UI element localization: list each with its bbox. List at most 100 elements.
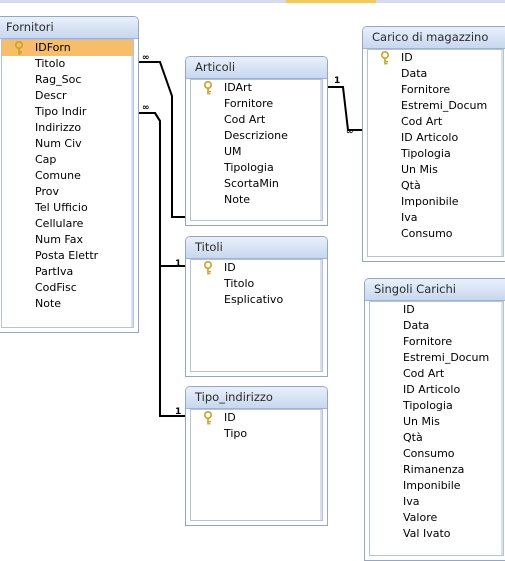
field-row[interactable]: Posta Elettr [2,248,133,264]
field-row[interactable]: Qtà [368,178,503,194]
field-row[interactable]: Tipologia [370,398,503,414]
field-row[interactable]: Descrizione [191,128,322,144]
field-name: Posta Elettr [35,249,99,262]
field-name: Fornitore [224,97,274,110]
field-row[interactable]: ID Articolo [370,382,503,398]
table-carico-di-magazzino[interactable]: Carico di magazzino ID Data Fornitore Estre… [362,26,505,262]
field-name: Consumo [401,227,453,240]
field-row[interactable]: Esplicativo [191,292,322,308]
field-row[interactable]: IDForn [2,40,133,56]
table-title[interactable]: Titoli [186,237,327,259]
field-name: Note [35,297,62,310]
field-list[interactable]: IDArt Fornitore Cod Art Descrizione UM Tipolo… [190,79,323,221]
table-title[interactable]: Articoli [186,57,327,79]
rel-line-articoli-carico [328,86,362,131]
field-row[interactable]: Un Mis [368,162,503,178]
field-name: Titolo [224,277,255,290]
field-row[interactable]: Rimanenza [370,462,503,478]
field-row[interactable]: ID Articolo [368,130,503,146]
field-row[interactable]: Tel Ufficio [2,200,133,216]
key-icon [380,50,390,65]
table-title[interactable]: Singoli Carichi [365,279,505,301]
field-name: Cod Art [401,115,443,128]
field-list[interactable]: ID Data Fornitore Estremi_Docum Cod Art ID Ar… [367,49,504,257]
field-name: Valore [403,511,438,524]
field-row[interactable]: Num Fax [2,232,133,248]
field-row[interactable]: Tipologia [368,146,503,162]
field-row[interactable]: Imponibile [370,478,503,494]
field-list[interactable]: ID Data Fornitore Estremi_Docum Cod Art ID Ar… [369,301,504,556]
field-name: Data [401,67,428,80]
field-row[interactable]: Cod Art [191,112,322,128]
field-row[interactable]: ID [191,410,322,426]
field-name: Note [224,193,251,206]
field-row[interactable]: Tipo [191,426,322,442]
cardinality-one-articoli: 1 [334,76,340,86]
field-row[interactable]: Iva [370,494,503,510]
field-name: UM [224,145,242,158]
field-row[interactable]: PartIva [2,264,133,280]
field-row[interactable]: Note [191,192,322,208]
field-row[interactable]: Iva [368,210,503,226]
table-fornitori[interactable]: Fornitori IDForn Titolo Rag_Soc Descr Tipo I… [0,16,139,333]
field-row[interactable]: Valore [370,510,503,526]
field-row[interactable]: Qtà [370,430,503,446]
field-name: Descrizione [224,129,288,142]
field-name: Rag_Soc [35,73,82,86]
table-title[interactable]: Carico di magazzino [363,27,505,49]
field-row[interactable]: Consumo [370,446,503,462]
field-row[interactable]: Rag_Soc [2,72,133,88]
field-row[interactable]: Data [370,318,503,334]
field-row[interactable]: Consumo [368,226,503,242]
field-list[interactable]: IDForn Titolo Rag_Soc Descr Tipo Indir Indiri… [1,39,134,328]
field-row[interactable]: Comune [2,168,133,184]
field-row[interactable]: IDArt [191,80,322,96]
field-row[interactable]: Descr [2,88,133,104]
field-row[interactable]: Cellulare [2,216,133,232]
field-row[interactable]: ID [370,302,503,318]
field-row[interactable]: Cap [2,152,133,168]
field-list[interactable]: ID Titolo Esplicativo [190,259,323,372]
field-row[interactable]: Titolo [2,56,133,72]
field-name: ID [224,261,236,274]
field-row[interactable]: Estremi_Docum [368,98,503,114]
field-row[interactable]: CodFisc [2,280,133,296]
field-name: Num Civ [35,137,82,150]
field-row[interactable]: Note [2,296,133,312]
table-singoli-carichi[interactable]: Singoli Carichi ID Data Fornitore Estremi_D… [364,278,505,561]
field-row[interactable]: ID [368,50,503,66]
field-row[interactable]: UM [191,144,322,160]
field-row[interactable]: ID [191,260,322,276]
table-title[interactable]: Fornitori [0,17,138,39]
field-row[interactable]: Estremi_Docum [370,350,503,366]
field-name: Descr [35,89,67,102]
table-titoli[interactable]: Titoli ID Titolo Esplicativo [185,236,328,377]
field-name: Un Mis [403,415,440,428]
field-row[interactable]: Titolo [191,276,322,292]
table-articoli[interactable]: Articoli IDArt Fornitore Cod Art Descrizion… [185,56,328,226]
field-list[interactable]: ID Tipo [190,409,323,521]
field-row[interactable]: Num Civ [2,136,133,152]
field-name: Tipo [224,427,248,440]
table-tipo-indirizzo[interactable]: Tipo_indirizzo ID Tipo [185,386,328,526]
field-row[interactable]: Tipologia [191,160,322,176]
field-name: Imponibile [401,195,459,208]
field-row[interactable]: Data [368,66,503,82]
field-row[interactable]: Fornitore [370,334,503,350]
field-name: CodFisc [35,281,77,294]
field-row[interactable]: Un Mis [370,414,503,430]
field-row[interactable]: Imponibile [368,194,503,210]
field-row[interactable]: Fornitore [191,96,322,112]
field-row[interactable]: Cod Art [370,366,503,382]
table-title[interactable]: Tipo_indirizzo [186,387,327,409]
field-row[interactable]: Val Ivato [370,526,503,542]
field-name: Val Ivato [403,527,451,540]
field-row[interactable]: Fornitore [368,82,503,98]
field-row[interactable]: Indirizzo [2,120,133,136]
field-row[interactable]: ScortaMin [191,176,322,192]
field-name: Indirizzo [35,121,82,134]
field-row[interactable]: Tipo Indir [2,104,133,120]
field-row[interactable]: Prov [2,184,133,200]
field-name: ID [403,303,415,316]
field-row[interactable]: Cod Art [368,114,503,130]
